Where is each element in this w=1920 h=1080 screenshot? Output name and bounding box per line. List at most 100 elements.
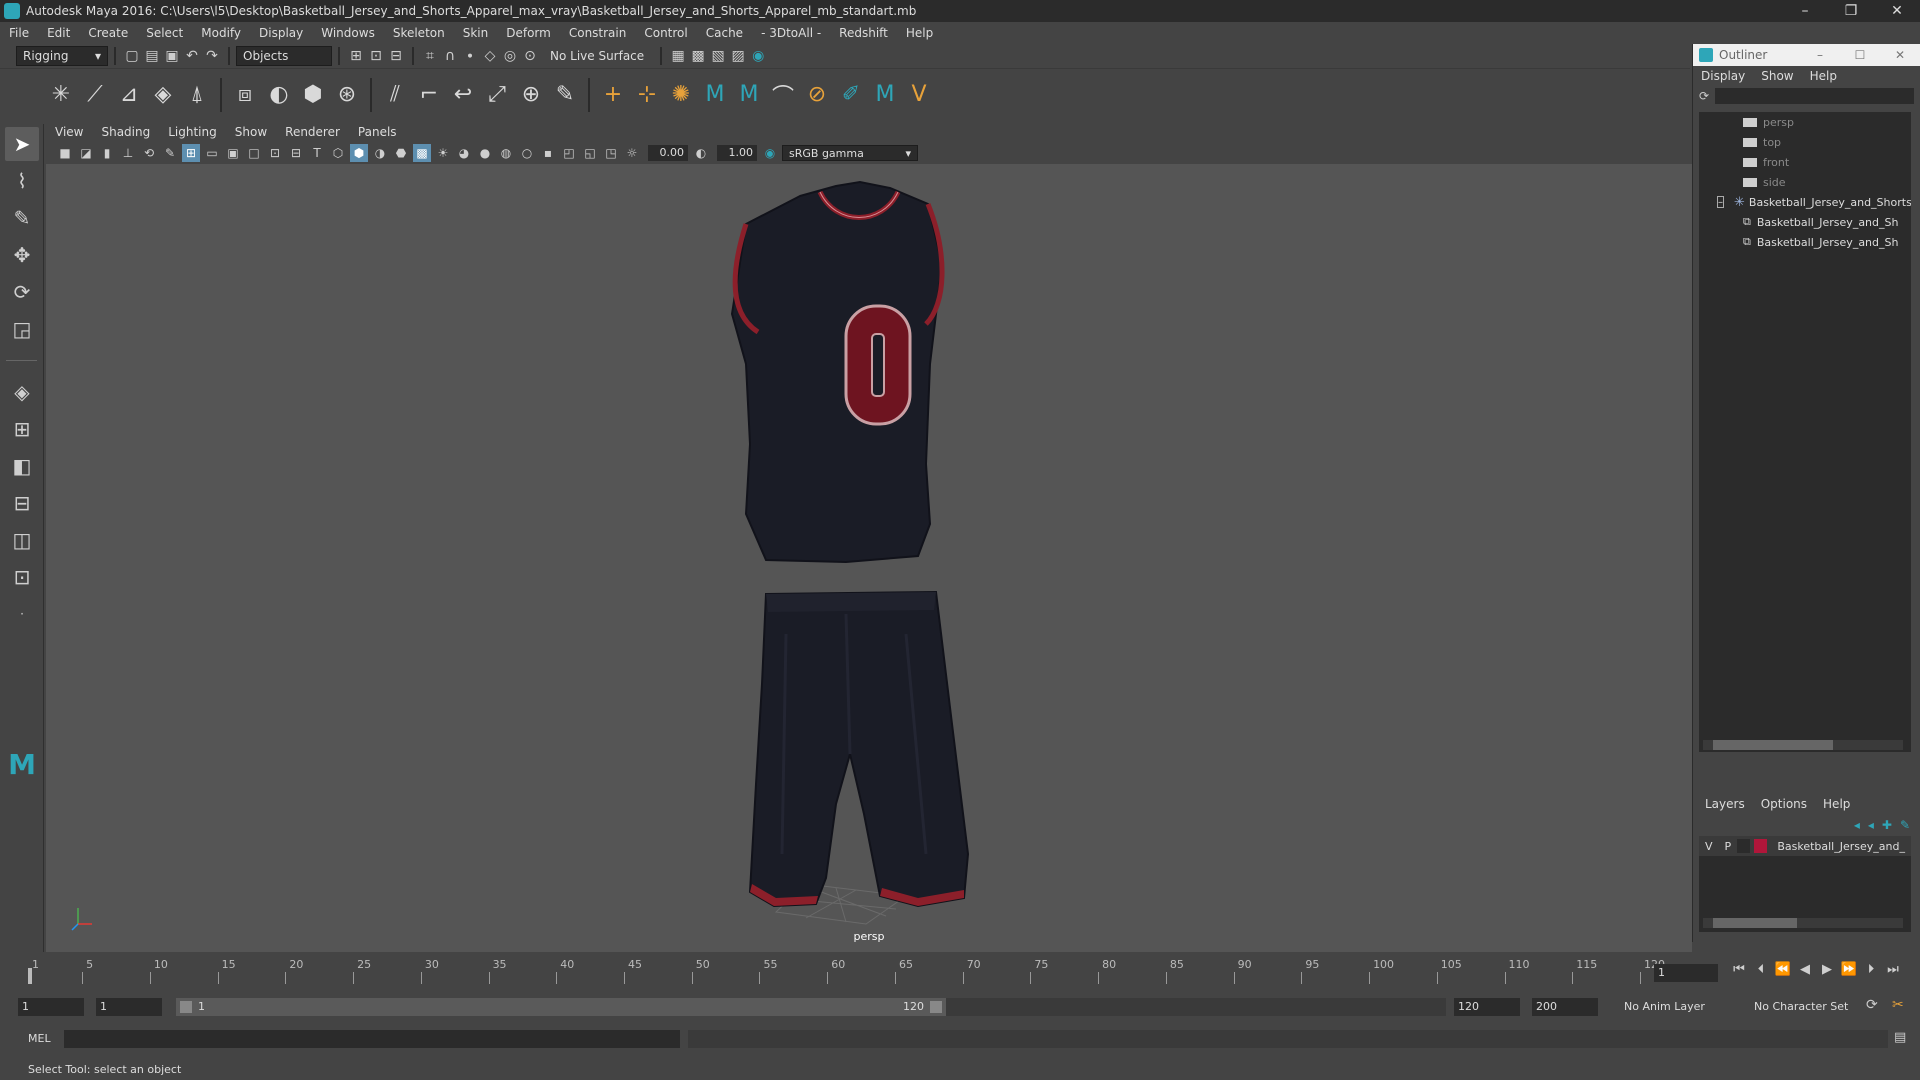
current-time-indicator[interactable] [28, 968, 32, 984]
safe-title-icon[interactable]: T [308, 144, 326, 162]
panel-menu-view[interactable]: View [46, 125, 92, 139]
smooth-shade-icon[interactable]: ⬢ [350, 144, 368, 162]
multisample-aa-icon[interactable]: ○ [518, 144, 536, 162]
time-ticks[interactable]: 1 5 10 15 20 25 30 35 40 45 50 55 60 65 70 75 80 85 90 95 10… [28, 958, 1665, 984]
step-back-key-icon[interactable]: ⏪ [1772, 962, 1794, 977]
layer-menu-help[interactable]: Help [1815, 797, 1858, 811]
outliner-menu-help[interactable]: Help [1802, 69, 1845, 83]
panel-menu-renderer[interactable]: Renderer [276, 125, 349, 139]
orient-constraint-icon[interactable]: ⊘ [800, 78, 834, 112]
cluster-icon[interactable]: ⊛ [330, 78, 364, 112]
hypershade-icon[interactable]: ▨ [728, 46, 748, 66]
step-forward-key-icon[interactable]: ⏩ [1838, 962, 1860, 977]
isolate-select-icon[interactable]: ◰ [560, 144, 578, 162]
shadows-icon[interactable]: ◕ [455, 144, 473, 162]
scale-constraint-icon[interactable]: ✐ [834, 78, 868, 112]
motion-blur-icon[interactable]: ◍ [497, 144, 515, 162]
render-view-icon[interactable]: ◉ [748, 46, 768, 66]
panel-menu-lighting[interactable]: Lighting [159, 125, 226, 139]
menu-display[interactable]: Display [250, 26, 312, 40]
film-gate-icon[interactable]: ▭ [203, 144, 221, 162]
command-input[interactable] [64, 1030, 680, 1048]
v-tool-icon[interactable]: V [902, 78, 936, 112]
xray-icon[interactable]: ◱ [581, 144, 599, 162]
joint-tool-icon[interactable]: ✳ [44, 78, 78, 112]
step-forward-frame-icon[interactable]: ⏵ [1860, 962, 1882, 977]
locator-icon[interactable]: + [596, 78, 630, 112]
menu-select[interactable]: Select [137, 26, 192, 40]
open-scene-icon[interactable]: ▤ [142, 46, 162, 66]
ipr-render-icon[interactable]: ▩ [688, 46, 708, 66]
outliner-item-side[interactable]: side [1699, 172, 1911, 192]
outliner-item-persp[interactable]: persp [1699, 112, 1911, 132]
outliner-item-top[interactable]: top [1699, 132, 1911, 152]
select-tool-icon[interactable]: ➤ [5, 127, 39, 161]
outliner-item-mesh-2[interactable]: ⧉ Basketball_Jersey_and_Sh [1699, 232, 1911, 252]
exposure-icon[interactable]: ☼ [623, 144, 641, 162]
select-hierarchy-icon[interactable]: ⊞ [346, 46, 366, 66]
selection-mode-dropdown[interactable]: Objects [236, 46, 332, 66]
layer-display-type[interactable] [1737, 839, 1751, 853]
wireframe-on-shaded-icon[interactable]: ⬣ [392, 144, 410, 162]
bind-skin-icon[interactable]: ⧈ [228, 78, 262, 112]
gate-mask-icon[interactable]: □ [245, 144, 263, 162]
go-to-end-icon[interactable]: ⏭ [1882, 962, 1904, 977]
playback-start-field[interactable]: 1 [96, 998, 162, 1016]
render-frame-icon[interactable]: ▦ [668, 46, 688, 66]
outliner-close-button[interactable]: ✕ [1880, 44, 1920, 66]
menu-create[interactable]: Create [79, 26, 137, 40]
safe-action-icon[interactable]: ⊟ [287, 144, 305, 162]
outliner-menu-show[interactable]: Show [1753, 69, 1801, 83]
outliner-item-mesh-1[interactable]: ⧉ Basketball_Jersey_and_Sh [1699, 212, 1911, 232]
rotate-tool-icon[interactable]: ⟳ [5, 275, 39, 309]
snap-live-icon[interactable]: ⊙ [520, 46, 540, 66]
scene-view[interactable]: persp [46, 164, 1692, 952]
menu-skin[interactable]: Skin [454, 26, 498, 40]
nonlinear-deformer-icon[interactable]: ⤢ [480, 78, 514, 112]
wireframe-icon[interactable]: ⬡ [329, 144, 347, 162]
lasso-tool-icon[interactable]: ⌇ [5, 164, 39, 198]
outliner-minimize-button[interactable]: – [1800, 44, 1840, 66]
move-layer-up-icon[interactable]: ◂ [1854, 818, 1860, 832]
color-space-dropdown[interactable]: sRGB gamma ▾ [782, 145, 918, 161]
move-layer-down-icon[interactable]: ◂ [1868, 818, 1874, 832]
command-language-toggle[interactable]: MEL [28, 1032, 51, 1045]
layer-menu-layers[interactable]: Layers [1697, 797, 1753, 811]
layer-playback-toggle[interactable]: P [1719, 840, 1738, 853]
snap-point-icon[interactable]: ∙ [460, 46, 480, 66]
select-component-icon[interactable]: ⊟ [386, 46, 406, 66]
character-set-dropdown[interactable]: No Character Set [1750, 998, 1862, 1016]
smooth-bind-icon[interactable]: ◐ [262, 78, 296, 112]
go-to-start-icon[interactable]: ⏮ [1728, 962, 1750, 977]
menu-file[interactable]: File [0, 26, 38, 40]
single-perspective-layout-icon[interactable]: ◈ [5, 375, 39, 409]
2d-pan-icon[interactable]: ⟲ [140, 144, 158, 162]
layer-horizontal-scrollbar[interactable] [1703, 918, 1903, 928]
depth-of-field-icon[interactable]: ▪ [539, 144, 557, 162]
snap-curve-icon[interactable]: ∩ [440, 46, 460, 66]
outliner-menu-display[interactable]: Display [1693, 69, 1753, 83]
layer-menu-options[interactable]: Options [1753, 797, 1815, 811]
range-bar[interactable]: 1 120 [176, 998, 946, 1016]
render-settings-icon[interactable]: ▧ [708, 46, 728, 66]
outliner-maximize-button[interactable]: ☐ [1840, 44, 1880, 66]
animation-end-field[interactable]: 200 [1532, 998, 1598, 1016]
blend-shape-icon[interactable]: ⫽ [378, 78, 412, 112]
maya-m3-icon[interactable]: M [868, 78, 902, 112]
menu-windows[interactable]: Windows [312, 26, 384, 40]
new-scene-icon[interactable]: ▢ [122, 46, 142, 66]
anim-layer-dropdown[interactable]: No Anim Layer [1620, 998, 1740, 1016]
outliner-item-front[interactable]: front [1699, 152, 1911, 172]
persp-outliner-layout-icon[interactable]: ◧ [5, 449, 39, 483]
undo-icon[interactable]: ↶ [182, 46, 202, 66]
ik-handle-icon[interactable]: ⟋ [78, 78, 112, 112]
curve-icon[interactable]: ⌒ [766, 78, 800, 112]
four-view-layout-icon[interactable]: ⊞ [5, 412, 39, 446]
menu-control[interactable]: Control [635, 26, 696, 40]
filter-icon[interactable]: ⟳ [1699, 89, 1709, 103]
insert-joint-icon[interactable]: ◈ [146, 78, 180, 112]
scrollbar-thumb[interactable] [1713, 740, 1833, 750]
layer-row[interactable]: V P Basketball_Jersey_and_ [1699, 836, 1911, 856]
paint-select-icon[interactable]: ✎ [5, 201, 39, 235]
menu-redshift[interactable]: Redshift [830, 26, 897, 40]
